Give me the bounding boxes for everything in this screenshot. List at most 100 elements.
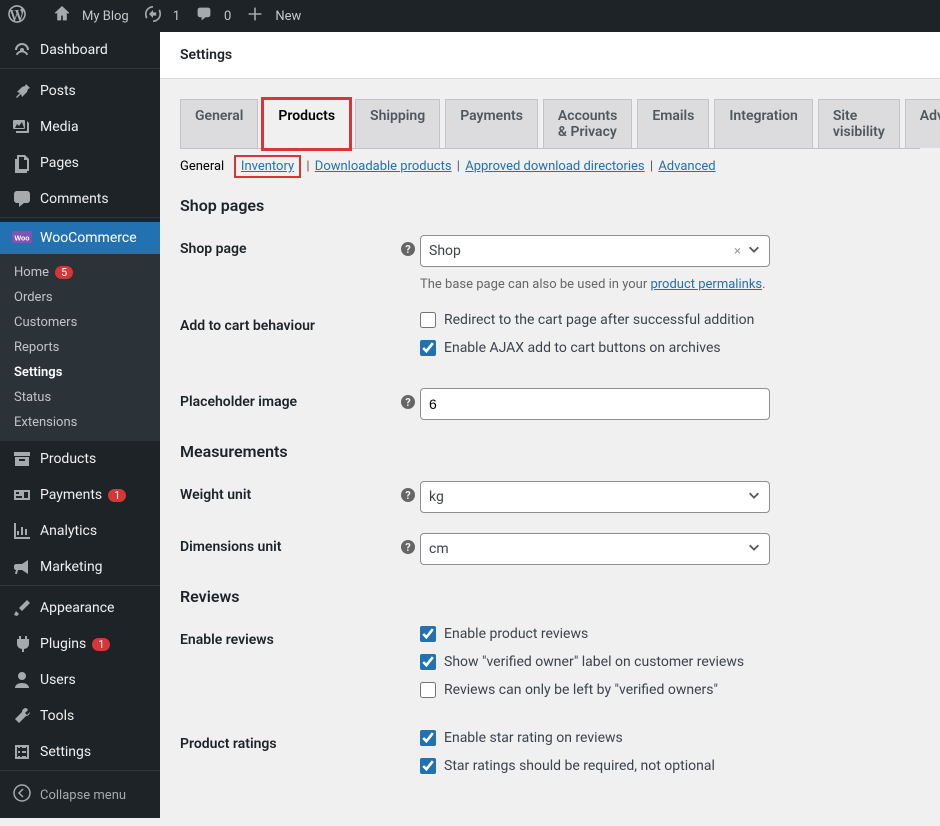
- clear-icon[interactable]: ×: [734, 244, 741, 259]
- updates-count: 1: [173, 9, 180, 24]
- cb-redirect-cart[interactable]: [420, 312, 436, 328]
- tab-shipping[interactable]: Shipping: [355, 99, 440, 148]
- main-content: Settings General Products Shipping Payme…: [160, 32, 940, 826]
- menu-marketing[interactable]: Marketing: [0, 549, 160, 585]
- menu-tools[interactable]: Tools: [0, 698, 160, 734]
- menu-comments[interactable]: Comments: [0, 181, 160, 217]
- menu-pages[interactable]: Pages: [0, 145, 160, 181]
- submenu-orders[interactable]: Orders: [0, 285, 160, 310]
- section-reviews: Reviews: [180, 587, 920, 606]
- tab-payments[interactable]: Payments: [445, 99, 538, 148]
- menu-appearance[interactable]: Appearance: [0, 590, 160, 626]
- comments-link[interactable]: 0: [188, 0, 239, 32]
- tab-site-visibility[interactable]: Site visibility: [818, 99, 900, 148]
- dashboard-icon: [12, 40, 32, 60]
- weight-unit-select[interactable]: kg: [420, 481, 770, 513]
- chevron-down-icon: [747, 540, 761, 558]
- subtab-approved[interactable]: Approved download directories: [465, 159, 644, 174]
- woocommerce-icon: Woo: [12, 231, 32, 245]
- cb-star-required[interactable]: [420, 758, 436, 774]
- cb-star-rating[interactable]: [420, 730, 436, 746]
- site-name-text: My Blog: [82, 9, 129, 24]
- menu-plugins[interactable]: Plugins 1: [0, 626, 160, 662]
- dimensions-unit-select[interactable]: cm: [420, 533, 770, 565]
- menu-label: Pages: [40, 155, 79, 171]
- cb-ajax-cart[interactable]: [420, 340, 436, 356]
- menu-label: Marketing: [40, 559, 103, 575]
- cb-verified-only[interactable]: [420, 682, 436, 698]
- placeholder-image-input[interactable]: [420, 388, 770, 420]
- submenu-extensions[interactable]: Extensions: [0, 410, 160, 435]
- tab-products[interactable]: Products: [263, 99, 350, 149]
- product-ratings-label: Product ratings: [180, 730, 400, 752]
- collapse-menu[interactable]: Collapse menu: [0, 775, 160, 815]
- cb-verified-only-text: Reviews can only be left by "verified ow…: [444, 682, 718, 698]
- placeholder-image-label: Placeholder image: [180, 388, 400, 410]
- settings-icon: [12, 742, 32, 762]
- help-icon[interactable]: ?: [400, 533, 420, 555]
- menu-label: Dashboard: [40, 42, 108, 58]
- submenu-reports[interactable]: Reports: [0, 335, 160, 360]
- site-name-link[interactable]: My Blog: [46, 0, 137, 32]
- menu-label: Comments: [40, 191, 109, 207]
- pages-icon: [12, 153, 32, 173]
- menu-posts[interactable]: Posts: [0, 73, 160, 109]
- svg-text:?: ?: [405, 396, 411, 409]
- submenu-home[interactable]: Home5: [0, 260, 160, 285]
- subtab-advanced[interactable]: Advanced: [658, 159, 715, 174]
- media-icon: [12, 117, 32, 137]
- submenu-settings[interactable]: Settings: [0, 360, 160, 385]
- enable-reviews-label: Enable reviews: [180, 626, 400, 648]
- menu-label: Tools: [40, 708, 74, 724]
- product-subtabs: General Inventory | Downloadable product…: [180, 159, 920, 174]
- admin-bar: My Blog 1 0 New: [0, 0, 940, 32]
- home-icon: [54, 6, 76, 26]
- menu-settings[interactable]: Settings: [0, 734, 160, 770]
- tab-accounts[interactable]: Accounts & Privacy: [543, 99, 632, 148]
- tab-general[interactable]: General: [180, 99, 258, 148]
- menu-woocommerce[interactable]: Woo WooCommerce: [0, 222, 160, 254]
- wp-logo[interactable]: [0, 0, 46, 32]
- wrench-icon: [12, 706, 32, 726]
- menu-users[interactable]: Users: [0, 662, 160, 698]
- chevron-down-icon: [747, 488, 761, 506]
- help-icon[interactable]: ?: [400, 388, 420, 410]
- product-permalinks-link[interactable]: product permalinks: [650, 277, 762, 292]
- menu-payments[interactable]: Payments 1: [0, 477, 160, 513]
- badge: 1: [108, 489, 126, 502]
- shop-page-select[interactable]: Shop ×: [420, 235, 770, 267]
- pin-icon: [12, 81, 32, 101]
- menu-dashboard[interactable]: Dashboard: [0, 32, 160, 68]
- cb-star-required-label: Star ratings should be required, not opt…: [444, 758, 715, 774]
- svg-text:?: ?: [405, 243, 411, 256]
- user-icon: [12, 670, 32, 690]
- settings-tabs: General Products Shipping Payments Accou…: [180, 99, 920, 149]
- tab-integration[interactable]: Integration: [714, 99, 812, 148]
- cb-redirect-label: Redirect to the cart page after successf…: [444, 312, 754, 328]
- help-icon[interactable]: ?: [400, 235, 420, 257]
- menu-products[interactable]: Products: [0, 441, 160, 477]
- cb-enable-reviews[interactable]: [420, 626, 436, 642]
- menu-media[interactable]: Media: [0, 109, 160, 145]
- new-link[interactable]: New: [239, 0, 309, 32]
- cb-star-rating-label: Enable star rating on reviews: [444, 730, 623, 746]
- subtab-downloadable[interactable]: Downloadable products: [315, 159, 452, 174]
- menu-analytics[interactable]: Analytics: [0, 513, 160, 549]
- submenu-customers[interactable]: Customers: [0, 310, 160, 335]
- shop-page-desc: The base page can also be used in your p…: [420, 277, 840, 292]
- menu-label: Plugins: [40, 636, 86, 652]
- svg-text:?: ?: [405, 541, 411, 554]
- tab-advanced[interactable]: Advanced: [905, 99, 940, 148]
- menu-label: Analytics: [40, 523, 97, 539]
- new-text: New: [275, 9, 301, 24]
- collapse-icon: [12, 783, 32, 807]
- help-icon[interactable]: ?: [400, 481, 420, 503]
- tab-emails[interactable]: Emails: [637, 99, 709, 148]
- cb-verified-label[interactable]: [420, 654, 436, 670]
- refresh-icon: [145, 6, 167, 26]
- submenu-status[interactable]: Status: [0, 385, 160, 410]
- plus-icon: [247, 6, 269, 26]
- updates-link[interactable]: 1: [137, 0, 188, 32]
- subtab-general[interactable]: General: [180, 159, 224, 174]
- subtab-inventory[interactable]: Inventory: [234, 155, 301, 178]
